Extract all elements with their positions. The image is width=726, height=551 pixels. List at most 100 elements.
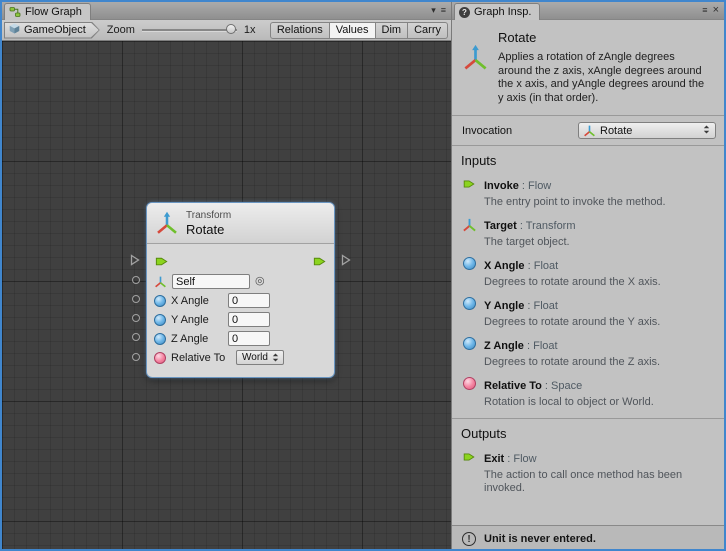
invoke-flow-arrow-icon[interactable] [154,254,169,269]
input-item-x-angle: X AngleFloat Degrees to rotate around th… [452,253,724,293]
zoom-slider-track [142,29,237,32]
relations-button[interactable]: Relations [270,22,330,39]
transform-gizmo-icon [461,216,477,249]
object-picker-icon[interactable]: ◎ [255,276,265,287]
exit-flow-arrow-icon[interactable] [312,254,327,269]
x-angle-port[interactable] [132,295,140,303]
dropdown-arrows-icon [703,125,710,137]
tab-graph-inspector-label: Graph Insp. [474,6,531,18]
input-item-invoke: InvokeFlow The entry point to invoke the… [452,173,724,213]
port-name: Y Angle [484,300,524,312]
input-item-y-angle: Y AngleFloat Degrees to rotate around th… [452,293,724,333]
relative-to-dropdown[interactable]: World [236,350,284,365]
unit-description: Applies a rotation of zAngle degrees aro… [498,51,711,105]
chevron-down-icon[interactable]: ▾ [431,6,436,15]
flow-graph-panel: Flow Graph ▾ ≡ GameObject [2,2,451,549]
warning-icon: ! [462,532,476,546]
flow-graph-tabbar: Flow Graph ▾ ≡ [2,2,451,20]
transform-gizmo-icon [154,275,167,288]
flow-graph-icon [9,6,21,18]
inspector-tabbar: ? Graph Insp. ≡ × [452,2,724,20]
y-angle-label: Y Angle [171,314,223,326]
port-description: The target object. [484,236,576,249]
input-item-relative-to: Relative ToSpace Rotation is local to ob… [452,373,724,413]
warning-bar: ! Unit is never entered. [452,525,724,551]
y-angle-port[interactable] [132,314,140,322]
gameobject-cube-icon [9,23,20,37]
close-icon[interactable]: × [713,6,719,15]
pane-window-icons: ≡ × [702,6,724,19]
port-type: Float [524,300,558,312]
x-angle-label: X Angle [171,295,223,307]
unity-editor-window: Flow Graph ▾ ≡ GameObject [0,0,726,551]
graph-canvas[interactable]: Transform Rotate [2,41,451,549]
input-item-z-angle: Z AngleFloat Degrees to rotate around th… [452,333,724,373]
tab-flow-graph[interactable]: Flow Graph [4,3,91,20]
float-port-icon [461,296,477,329]
port-description: Degrees to rotate around the Y axis. [484,316,660,329]
invocation-dropdown[interactable]: Rotate [578,122,716,139]
x-angle-input[interactable] [228,293,270,308]
outputs-section-header: Outputs [452,418,724,446]
port-type: Flow [504,453,536,465]
flow-input-port[interactable] [130,254,140,266]
node-title: Rotate [186,222,231,237]
breadcrumb[interactable]: GameObject [4,22,100,39]
float-port-icon [461,336,477,369]
zoom-slider[interactable] [142,22,237,38]
rotate-node[interactable]: Transform Rotate [147,203,334,377]
float-port-icon [461,256,477,289]
inputs-section-header: Inputs [452,146,724,173]
target-row: ◎ [147,272,334,291]
node-type-label: Transform [186,210,231,222]
target-port[interactable] [132,276,140,284]
z-angle-row: Z Angle [147,329,334,348]
graph-inspector-panel: ? Graph Insp. ≡ × Rotate Applies a rotat… [451,2,724,549]
invocation-label: Invocation [462,125,512,137]
port-description: The action to call once method has been … [484,469,709,495]
unit-info-box: Rotate Applies a rotation of zAngle degr… [452,20,724,116]
port-type: Transform [517,220,576,232]
inspector-icon: ? [459,7,470,18]
port-name: Relative To [484,380,542,392]
port-description: Rotation is local to object or World. [484,396,654,409]
relative-to-port[interactable] [132,353,140,361]
transform-gizmo-icon [155,211,179,235]
space-port-icon [154,352,166,364]
invocation-row: Invocation Rotate [452,116,724,146]
zoom-value: 1x [244,24,256,36]
breadcrumb-label: GameObject [24,24,86,36]
flow-graph-pane-menu[interactable]: ▾ ≡ [431,6,451,19]
z-angle-input[interactable] [228,331,270,346]
zoom-slider-handle[interactable] [226,24,236,34]
port-description: Degrees to rotate around the Z axis. [484,356,660,369]
port-description: The entry point to invoke the method. [484,196,666,209]
node-body: ◎ X Angle Y Angle Z Angle [147,244,334,377]
y-angle-row: Y Angle [147,310,334,329]
port-type: Float [524,340,558,352]
output-item-exit: ExitFlow The action to call once method … [452,446,724,499]
space-port-icon [461,376,477,409]
flow-arrow-icon [461,176,477,209]
pane-menu-icon[interactable]: ≡ [441,6,446,15]
port-name: X Angle [484,260,525,272]
tab-graph-inspector[interactable]: ? Graph Insp. [454,3,540,20]
invocation-value: Rotate [600,125,632,137]
float-port-icon [154,295,166,307]
carry-button[interactable]: Carry [408,22,448,39]
z-angle-label: Z Angle [171,333,223,345]
values-button[interactable]: Values [330,22,376,39]
z-angle-port[interactable] [132,333,140,341]
transform-gizmo-icon [583,124,596,137]
dim-button[interactable]: Dim [376,22,409,39]
y-angle-input[interactable] [228,312,270,327]
float-port-icon [154,333,166,345]
node-header[interactable]: Transform Rotate [147,203,334,244]
relative-to-row: Relative To World [147,348,334,367]
flow-output-port[interactable] [341,254,351,266]
warning-text: Unit is never entered. [484,533,596,545]
tab-flow-graph-label: Flow Graph [25,6,82,18]
pane-menu-icon[interactable]: ≡ [702,6,707,15]
self-field[interactable] [172,274,250,289]
port-name: Z Angle [484,340,524,352]
